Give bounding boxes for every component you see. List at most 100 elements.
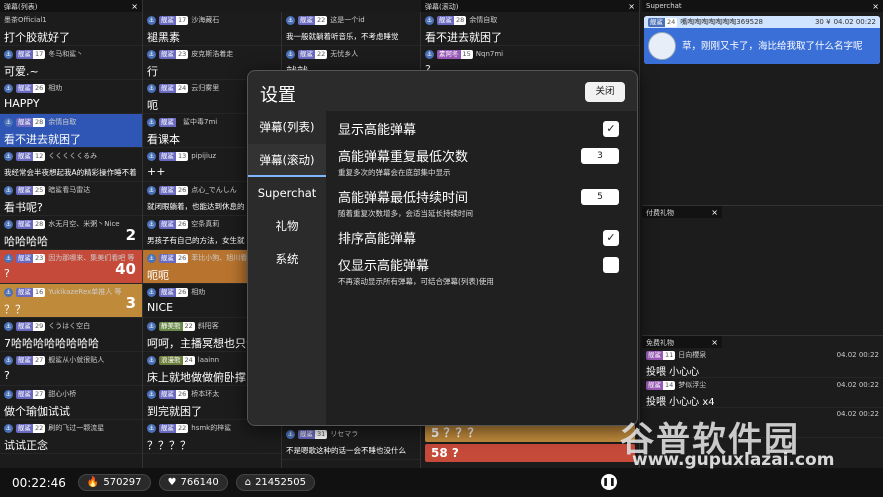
fan-badge: 舰鲨 29: [16, 321, 46, 331]
danmu-user: くうはく空白: [48, 322, 91, 330]
fan-badge: 舰鲨 24: [159, 83, 189, 93]
danmu-text: ?: [4, 369, 10, 382]
close-icon[interactable]: ×: [628, 2, 635, 11]
guard-icon: ⚓: [286, 429, 295, 439]
gift-text: 投喂 小心心: [646, 367, 700, 378]
danmu-text: 看书呢?: [4, 201, 43, 214]
only-highenergy-checkbox[interactable]: [603, 257, 619, 273]
guard-icon: ⚓: [4, 253, 13, 263]
danmu-text: HAPPY: [4, 97, 40, 110]
danmu-user: リセマラ: [330, 430, 359, 438]
gift-time: 04.02 00:22: [836, 351, 879, 359]
fan-badge: 素阿冬 15: [437, 49, 473, 59]
tab-superchat[interactable]: Superchat: [248, 177, 326, 210]
gift-user: 梦似浮尘: [678, 381, 707, 389]
guard-icon: ⚓: [425, 15, 434, 25]
danmu-user: Nqn7mi: [475, 50, 504, 58]
min-duration-input[interactable]: 5: [581, 189, 619, 205]
guard-icon: ⚓: [147, 321, 156, 331]
danmu-user: 无忧乡人: [330, 50, 359, 58]
gift-meta: 舰鲨 11 日向櫻泉 04.02 00:22: [646, 350, 879, 360]
superchat-body: 草，刚刚又卡了，海比给我取了什么名字呢: [644, 28, 880, 64]
status-bar: 00:22:46 🔥 570297 ♥ 766140 ⌂ 21452505: [0, 468, 883, 497]
close-button[interactable]: 关闭: [585, 82, 625, 102]
close-icon[interactable]: ×: [872, 2, 879, 11]
guard-icon: ⚓: [4, 185, 13, 195]
guard-icon: ⚓: [4, 151, 13, 161]
min-repeat-input[interactable]: 3: [581, 148, 619, 164]
danmu-meta: ⚓ 舰鲨 17 冬马和鲨丶: [4, 48, 138, 60]
guard-icon: ⚓: [147, 117, 156, 127]
fan-badge: 舰鲨 14: [646, 380, 676, 390]
danmu-meta: ⚓ 舰鲨 17 沙海藏石: [147, 14, 277, 26]
tab-gifts[interactable]: 礼物: [248, 210, 326, 243]
guard-icon: ⚓: [147, 287, 156, 297]
danmu-user: 沙海藏石: [191, 16, 220, 24]
danmu-item: ⚓ 舰鲨 25 暗鲨看马雷达 看书呢?: [0, 182, 142, 216]
guard-icon: ⚓: [286, 15, 295, 25]
danmu-user: 墨茶Official1: [4, 16, 47, 24]
guard-icon: ⚓: [147, 83, 156, 93]
highenergy-item: 58 ?: [425, 444, 635, 462]
fan-badge: 静美熊 22: [159, 321, 195, 331]
fan-badge: 舰鲨 26: [159, 287, 189, 297]
watermark-url: www.gupuxlazai.com: [632, 450, 835, 470]
danmu-user: 鲨中毒7mi: [183, 118, 218, 126]
danmu-user: 舰鲨从小就很贴人: [48, 356, 105, 364]
danmu-user: 斜阳客: [197, 322, 219, 330]
danmu-text: 看不进去就困了: [4, 133, 81, 146]
superchat-user: 嘴啕啕啕啕啕啕啕369528: [680, 18, 764, 26]
fan-badge: 舰鲨 11: [646, 350, 676, 360]
danmu-text: 我一般就躺着听音乐，不考虑睡觉: [286, 32, 399, 41]
setting-desc: 随着重复次数增多，会适当延长持续时间: [338, 209, 473, 218]
fan-badge: 舰鲨 22: [159, 423, 189, 433]
panel-title: Superchat: [646, 2, 682, 10]
danmu-list: 墨茶Official1 打个胶就好了 ⚓ 舰鲨 17 冬马和鲨丶 可爱.~ ⚓ 舰鲨 26 相劝 HA…: [0, 12, 142, 454]
gift-user: 日向櫻泉: [678, 351, 707, 359]
show-highenergy-checkbox[interactable]: ✓: [603, 121, 619, 137]
repeat-count: 40: [115, 260, 136, 278]
tab-system[interactable]: 系统: [248, 243, 326, 276]
gift-sender: 舰鲨 14 梦似浮尘: [646, 380, 706, 390]
guard-icon: ⚓: [147, 423, 156, 433]
danmu-text: 可爱.~: [4, 65, 39, 78]
danmu-user: pipijiuz: [191, 152, 217, 160]
fan-badge: 舰鲨 26: [159, 219, 189, 229]
heart-count: 766140: [180, 477, 219, 488]
avatar: [648, 32, 676, 60]
danmu-user: くくくくくるみ: [48, 152, 98, 160]
sort-highenergy-checkbox[interactable]: ✓: [603, 230, 619, 246]
danmu-meta: ⚓ 素阿冬 15 Nqn7mi: [425, 48, 635, 60]
pause-icon[interactable]: ❚❚: [601, 474, 617, 490]
fire-count: 570297: [103, 477, 142, 488]
close-icon[interactable]: ×: [711, 208, 718, 217]
danmu-item: ⚓ 舰鲨 31 リセマラ 不是嗯歌这种的话一会不睡也没什么: [282, 426, 420, 460]
danmu-user: laainn: [197, 356, 220, 364]
danmu-user: 水无月空、米粥丶Nice: [48, 220, 120, 228]
tab-danmu-scroll[interactable]: 弹幕(滚动): [248, 144, 326, 177]
tab-danmu-list[interactable]: 弹幕(列表): [248, 111, 326, 144]
superchat-card[interactable]: 舰鲨 24 嘴啕啕啕啕啕啕啕369528 30 ¥ 04.02 00:22 草，刚…: [644, 16, 880, 64]
danmu-user: 相劝: [48, 84, 63, 92]
danmu-meta: ⚓ 舰鲨 23 皮克斯浩着走: [147, 48, 277, 60]
paid-gift-panel: 付费礼物 ×: [642, 205, 883, 335]
guard-icon: ⚓: [147, 15, 156, 25]
gift-time: 04.02 00:22: [836, 410, 879, 418]
guard-icon: ⚓: [147, 151, 156, 161]
fan-badge: 舰鲨 23: [159, 49, 189, 59]
danmu-text: 看不进去就困了: [425, 31, 502, 44]
highenergy-item: 5 ？？？: [425, 424, 635, 442]
guard-icon: ⚓: [425, 49, 434, 59]
danmu-user: 苯比小狗、旭川看: [191, 254, 248, 262]
panel-header: 弹幕(滚动) ×: [421, 0, 639, 12]
panel-header: Superchat ×: [642, 0, 883, 12]
heart-icon: ♥: [167, 477, 177, 488]
danmu-list-panel: 弹幕(列表) × 墨茶Official1 打个胶就好了 ⚓ 舰鲨 17 冬马和鲨丶 可爱.~…: [0, 0, 143, 468]
danmu-item: ⚓ 舰鲨 28 水无月空、米粥丶Nice 哈哈哈哈 2: [0, 216, 142, 250]
fan-badge: 舰鲨 31: [298, 429, 328, 439]
danmu-meta: ⚓ 舰鲨 22 这是一个id: [286, 14, 416, 26]
close-icon[interactable]: ×: [131, 2, 138, 11]
fan-badge: 舰鲨 13: [159, 151, 189, 161]
danmu-user: 余情自取: [48, 118, 77, 126]
close-icon[interactable]: ×: [711, 338, 718, 347]
